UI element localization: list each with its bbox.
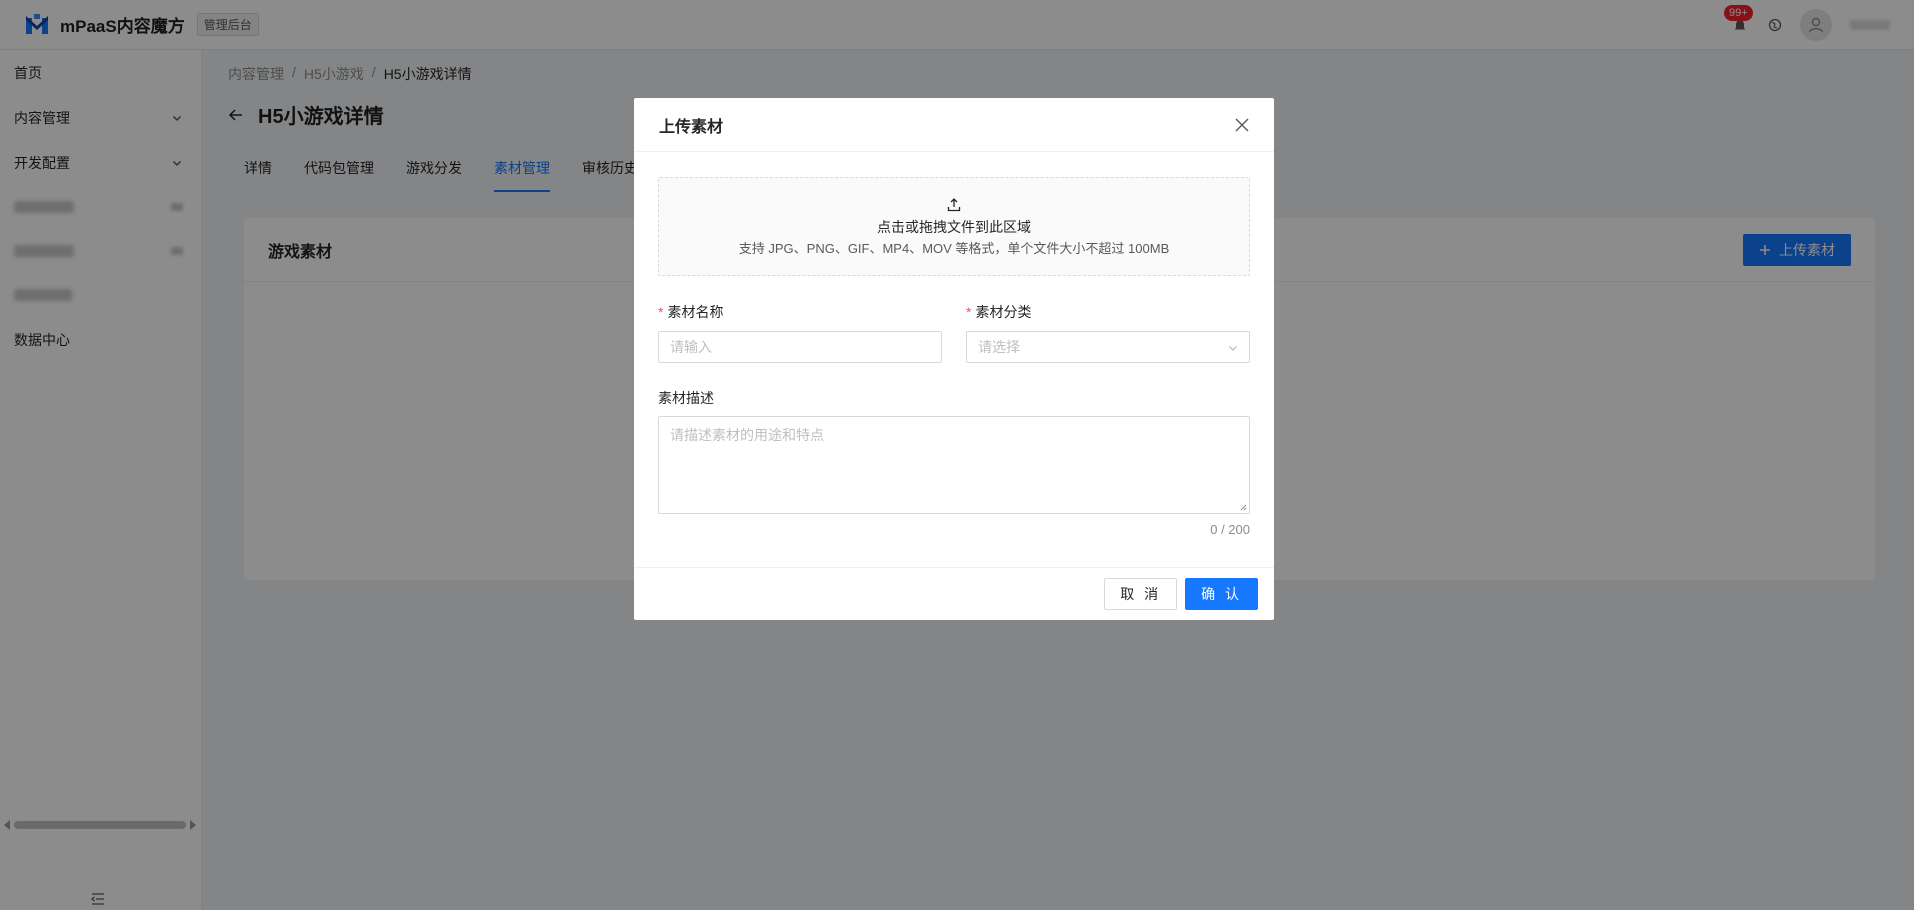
material-category-placeholder: 请选择 [978, 339, 1020, 355]
confirm-button[interactable]: 确 认 [1185, 578, 1258, 610]
name-label-text: 素材名称 [667, 304, 724, 320]
chevron-down-icon [1229, 346, 1237, 351]
name-label: * 素材名称 [658, 302, 723, 322]
resize-handle-icon[interactable] [1239, 503, 1247, 511]
material-name-placeholder: 请输入 [670, 339, 712, 355]
category-label-text: 素材分类 [975, 304, 1032, 320]
upload-material-modal: 上传素材 点击或拖拽文件到此区域 支持 JPG、PNG、GIF、MP4、MOV … [634, 98, 1274, 620]
modal-title: 上传素材 [659, 118, 724, 136]
modal-footer: 取 消 确 认 [634, 567, 1274, 620]
upload-icon [947, 198, 961, 212]
material-name-input[interactable]: 请输入 [658, 331, 942, 363]
material-description-placeholder: 请描述素材的用途和特点 [670, 427, 824, 443]
required-mark: * [658, 304, 664, 320]
cancel-button[interactable]: 取 消 [1104, 578, 1178, 610]
material-description-textarea[interactable]: 请描述素材的用途和特点 [658, 416, 1250, 514]
dropzone-hint: 支持 JPG、PNG、GIF、MP4、MOV 等格式，单个文件大小不超过 100… [738, 241, 1170, 256]
character-counter: 0 / 200 [1210, 522, 1250, 537]
material-category-select[interactable]: 请选择 [966, 331, 1250, 363]
category-label: * 素材分类 [966, 302, 1031, 322]
description-label: 素材描述 [658, 390, 714, 406]
close-icon[interactable] [1234, 117, 1250, 133]
required-mark: * [966, 304, 972, 320]
modal-header: 上传素材 [634, 98, 1274, 152]
dropzone-text: 点击或拖拽文件到此区域 [877, 219, 1031, 235]
upload-dropzone[interactable]: 点击或拖拽文件到此区域 支持 JPG、PNG、GIF、MP4、MOV 等格式，单… [658, 177, 1250, 276]
